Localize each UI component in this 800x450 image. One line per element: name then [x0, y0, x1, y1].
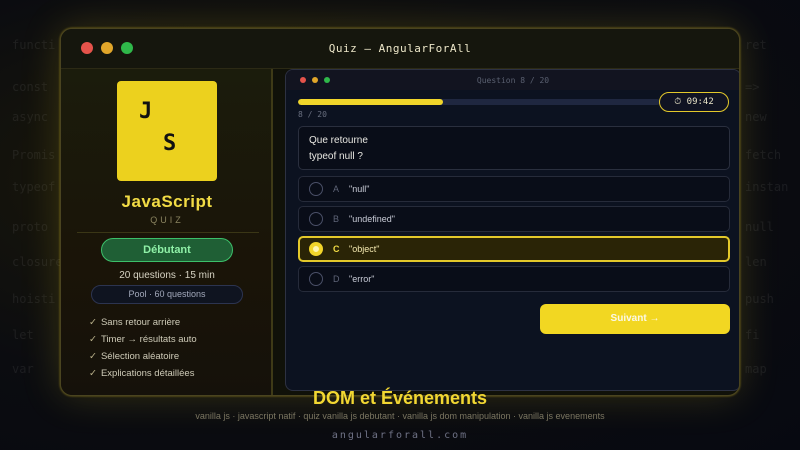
feature-item: ✓ Explications détaillées	[89, 365, 197, 382]
bg-code-line: functi	[12, 38, 56, 52]
bg-code-line: var	[12, 362, 34, 376]
question-line: Que retourne	[309, 135, 368, 146]
answer-option-c[interactable]: C "object"	[298, 236, 730, 262]
timer-badge: ⏱ 09:42	[659, 92, 729, 112]
bg-code-line: Promis	[12, 148, 56, 162]
feature-item: ✓ Sans retour arrière	[89, 314, 197, 331]
radio-icon	[309, 182, 323, 196]
feature-label: Sélection aléatoire	[100, 351, 180, 362]
quiz-subtitle: QUIZ	[150, 215, 184, 225]
bg-code-line: fi	[745, 328, 760, 342]
answer-option-d[interactable]: D "error"	[298, 266, 730, 292]
option-text: "null"	[349, 184, 370, 194]
quiz-window: Question 8 / 20 8 / 20 ⏱ 09:42 Que retou…	[285, 69, 739, 391]
bg-code-line: const	[12, 80, 49, 94]
option-letter: C	[333, 244, 340, 254]
bg-code-line: push	[745, 292, 774, 306]
question-counter: Question 8 / 20	[476, 76, 550, 85]
bg-code-line: let	[12, 328, 34, 342]
check-icon: ✓	[89, 334, 97, 345]
feature-label: Sans retour arrière	[100, 317, 181, 328]
pool-badge: Pool · 60 questions	[91, 285, 243, 304]
check-icon: ✓	[89, 317, 97, 328]
bg-code-line: closure	[12, 255, 63, 269]
answer-option-b[interactable]: B "undefined"	[298, 206, 730, 232]
radio-icon	[309, 242, 323, 256]
title-bar: Quiz — AngularForAll	[61, 29, 739, 69]
radio-icon	[309, 212, 323, 226]
option-letter: B	[333, 214, 340, 224]
bg-code-line: ret	[745, 38, 767, 52]
option-letter: A	[333, 184, 340, 194]
progress-bar	[298, 99, 660, 105]
option-letter: D	[333, 274, 340, 284]
option-text: "object"	[349, 244, 380, 254]
quiz-meta: 20 questions · 15 min	[119, 270, 215, 281]
progress-text: 8 / 20	[298, 110, 327, 119]
quiz-language-title: JavaScript	[121, 192, 213, 211]
footer-tags: vanilla js · javascript natif · quiz van…	[195, 411, 605, 421]
bg-code-line: typeof	[12, 180, 56, 194]
bg-code-line: fetch	[745, 148, 782, 162]
bg-code-line: instan	[745, 180, 789, 194]
option-text: "undefined"	[349, 214, 395, 224]
bg-code-line: map	[745, 362, 767, 376]
bg-code-line: null	[745, 220, 774, 234]
logo-letter-j: J	[139, 99, 153, 124]
quiz-info-panel: J S JavaScript QUIZ Débutant 20 question…	[61, 69, 273, 395]
option-text: "error"	[349, 274, 375, 284]
bg-code-line: async	[12, 110, 49, 124]
window-title: Quiz — AngularForAll	[328, 42, 472, 55]
bg-code-line: new	[745, 110, 767, 124]
javascript-logo: J S	[117, 81, 217, 181]
feature-item: ✓ Sélection aléatoire	[89, 348, 197, 365]
divider	[77, 232, 259, 233]
answer-option-a[interactable]: A "null"	[298, 176, 730, 202]
feature-label: Explications détaillées	[100, 368, 195, 379]
bg-code-line: proto	[12, 220, 49, 234]
bg-code-line: =>	[745, 80, 760, 94]
check-icon: ✓	[89, 368, 97, 379]
footer-title: DOM et Événements	[312, 388, 488, 408]
level-badge: Débutant	[101, 238, 233, 262]
feature-item: ✓ Timer → résultats auto	[89, 331, 197, 348]
bg-code-line: hoisti	[12, 292, 56, 306]
app-window: Quiz — AngularForAll J S JavaScript QUIZ…	[60, 28, 740, 396]
quiz-window-bar: Question 8 / 20	[286, 70, 739, 90]
logo-letter-s: S	[163, 131, 177, 156]
footer-site-link[interactable]: angularforall.com	[0, 430, 800, 441]
progress-fill	[298, 99, 443, 105]
question-text: Que retourne typeof null ?	[298, 126, 730, 170]
feature-list: ✓ Sans retour arrière ✓ Timer → résultats …	[89, 314, 197, 382]
feature-label: Timer → résultats auto	[100, 334, 197, 345]
next-button[interactable]: Suivant →	[540, 304, 730, 334]
check-icon: ✓	[89, 351, 97, 362]
bg-code-line: len	[745, 255, 767, 269]
question-line: typeof null ?	[309, 151, 363, 162]
radio-icon	[309, 272, 323, 286]
